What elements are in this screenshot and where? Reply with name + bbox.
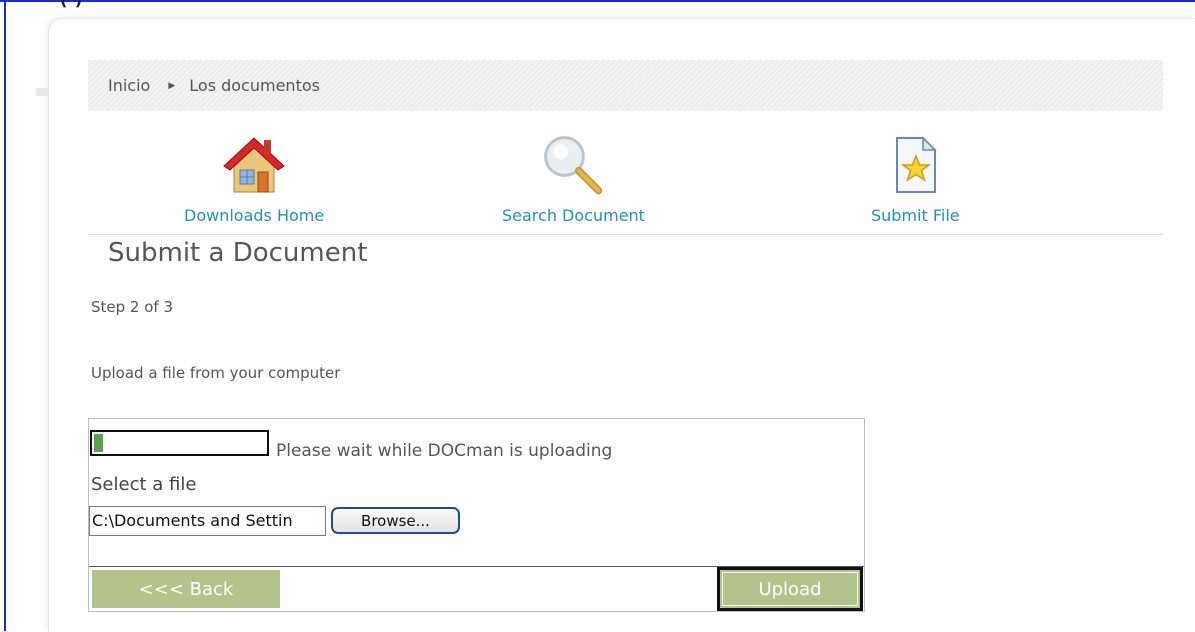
nav-submit-file[interactable]: Submit File bbox=[871, 130, 960, 225]
home-icon bbox=[219, 130, 289, 200]
upload-wait-message: Please wait while DOCman is uploading bbox=[276, 441, 613, 461]
nav-search-document[interactable]: Search Document bbox=[502, 130, 645, 225]
document-star-icon bbox=[880, 130, 950, 200]
nav-downloads-home-label: Downloads Home bbox=[184, 206, 325, 225]
select-file-label: Select a file bbox=[91, 474, 197, 495]
page-top-border bbox=[0, 0, 1195, 6]
upload-instruction: Upload a file from your computer bbox=[91, 364, 341, 382]
breadcrumb-arrow-icon: ▶ bbox=[168, 80, 176, 91]
browse-button[interactable]: Browse... bbox=[331, 507, 460, 534]
upload-progress-bar bbox=[90, 430, 269, 456]
upload-button-label: Upload bbox=[722, 572, 858, 606]
nav-search-document-label: Search Document bbox=[502, 206, 645, 225]
page-title: Submit a Document bbox=[108, 238, 368, 268]
breadcrumb-home-link[interactable]: Inicio bbox=[108, 76, 150, 95]
top-strip-text: ( ) bbox=[60, 0, 83, 9]
nav-downloads-home[interactable]: Downloads Home bbox=[184, 130, 324, 225]
page-left-border bbox=[4, 0, 6, 631]
breadcrumb: Inicio ▶ Los documentos bbox=[88, 60, 1163, 111]
back-button[interactable]: <<< Back bbox=[92, 570, 280, 608]
docman-nav: Downloads Home Search Document Submit Fi… bbox=[88, 130, 1163, 235]
magnifier-icon bbox=[538, 130, 608, 200]
step-indicator: Step 2 of 3 bbox=[91, 298, 174, 316]
file-path-input[interactable]: C:\Documents and Settin bbox=[89, 506, 326, 536]
breadcrumb-current: Los documentos bbox=[189, 76, 320, 95]
nav-submit-file-label: Submit File bbox=[871, 206, 960, 225]
upload-progress-fill bbox=[93, 433, 104, 453]
panel-notch bbox=[36, 88, 48, 96]
upload-button[interactable]: Upload bbox=[717, 567, 863, 611]
